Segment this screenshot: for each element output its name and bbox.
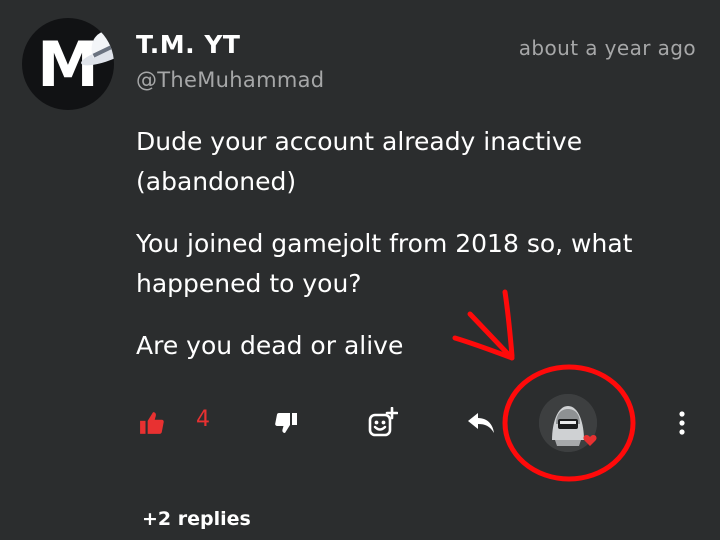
dislike-button[interactable] bbox=[268, 398, 304, 448]
reply-button[interactable] bbox=[462, 398, 500, 448]
comment-paragraph: You joined gamejolt from 2018 so, what h… bbox=[136, 229, 633, 298]
thumbs-up-icon bbox=[140, 412, 164, 434]
comment-card: M T.M. YT @TheMuhammad about a year ago … bbox=[0, 0, 720, 540]
comment-body: Dude your account already inactive (aban… bbox=[136, 122, 696, 388]
like-button[interactable] bbox=[134, 398, 170, 448]
add-emoji-icon bbox=[368, 407, 398, 437]
heart-icon bbox=[583, 435, 597, 446]
add-reaction-button[interactable] bbox=[362, 398, 402, 448]
fedora-hat-icon bbox=[81, 30, 114, 66]
like-count: 4 bbox=[196, 407, 210, 432]
view-replies-link[interactable]: +2 replies bbox=[142, 508, 251, 530]
more-options-button[interactable] bbox=[664, 398, 700, 448]
author-username[interactable]: @TheMuhammad bbox=[136, 68, 324, 92]
comment-actions: 4 bbox=[0, 398, 720, 448]
reply-arrow-icon bbox=[468, 413, 494, 433]
more-vertical-icon bbox=[679, 411, 685, 435]
comment-paragraph: Dude your account already inactive (aban… bbox=[136, 127, 583, 196]
reaction-avatar[interactable] bbox=[539, 394, 597, 452]
author-avatar[interactable]: M bbox=[22, 18, 114, 110]
thumbs-down-icon bbox=[275, 413, 297, 433]
comment-paragraph: Are you dead or alive bbox=[136, 331, 404, 360]
comment-timestamp[interactable]: about a year ago bbox=[519, 36, 696, 60]
author-display-name[interactable]: T.M. YT bbox=[136, 30, 241, 59]
